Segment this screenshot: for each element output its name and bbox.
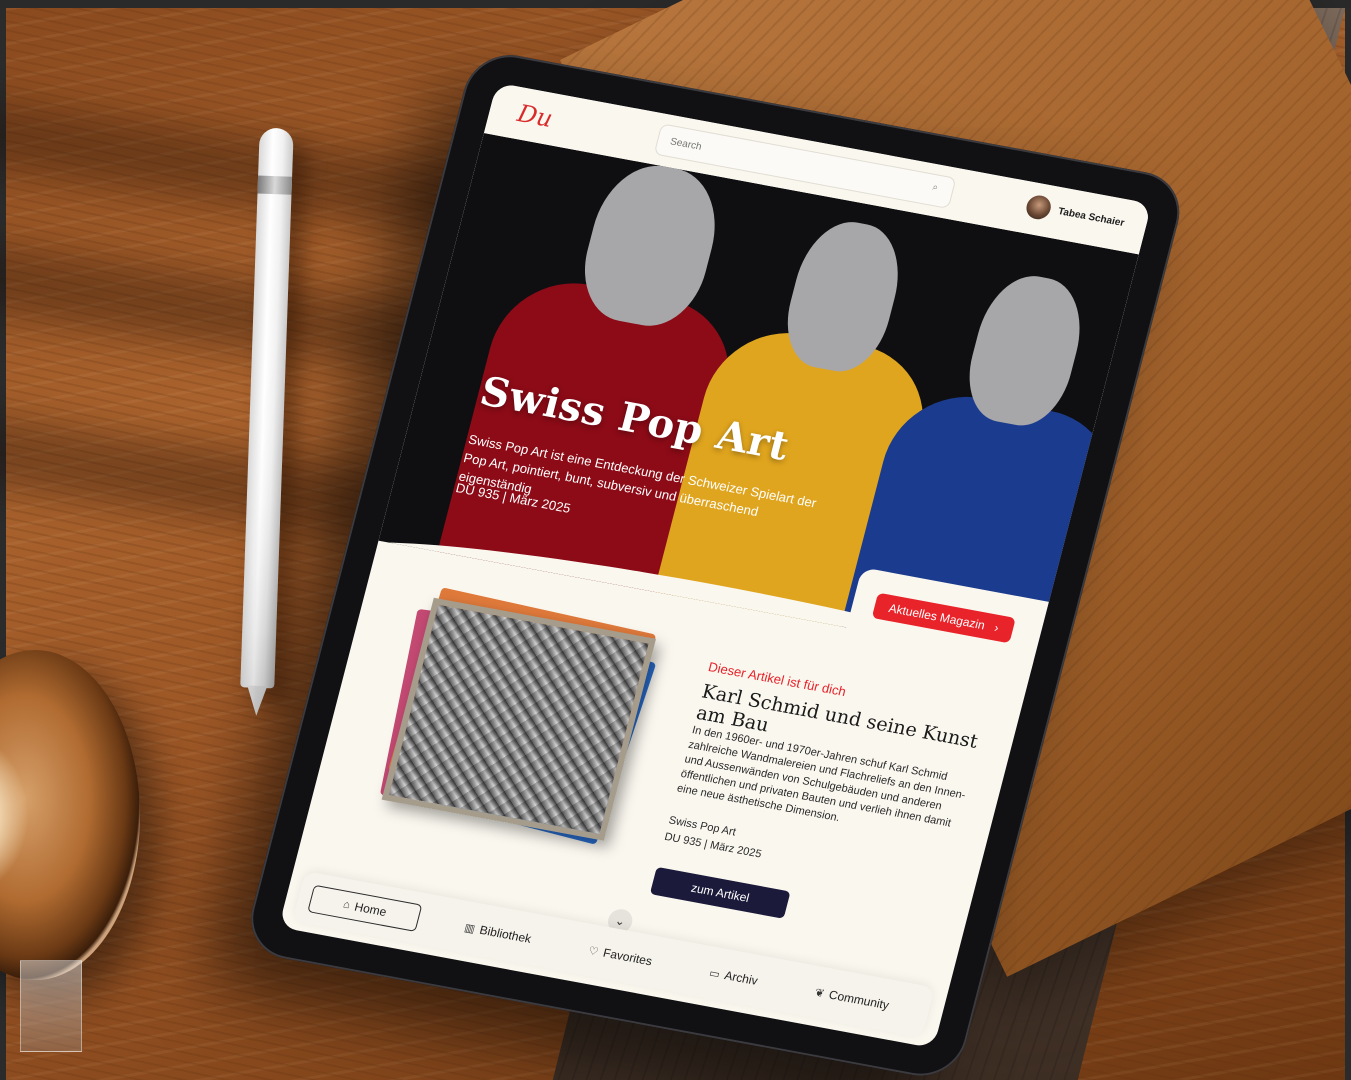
pencil-band — [257, 175, 293, 195]
figure-head — [957, 268, 1094, 433]
home-icon: ⌂ — [341, 898, 352, 912]
nav-item-bibliothek[interactable]: ▥ Bibliothek — [450, 912, 546, 954]
photo-scene: Du ⌕ Tabea Schaier — [0, 0, 1351, 1080]
chevron-right-icon: › — [992, 620, 1001, 635]
search-icon[interactable]: ⌕ — [931, 182, 943, 195]
latte-art — [0, 720, 40, 910]
community-icon: ❦ — [813, 986, 826, 1000]
archive-icon: ▭ — [707, 966, 722, 981]
nav-label: Archiv — [722, 968, 760, 988]
heart-icon: ♡ — [587, 944, 600, 958]
nav-item-favorites[interactable]: ♡ Favorites — [574, 935, 667, 976]
figure-head — [775, 214, 912, 379]
pencil-tip — [246, 685, 268, 717]
user-profile[interactable]: Tabea Schaier — [1023, 193, 1127, 235]
library-icon: ▥ — [463, 921, 477, 936]
nav-label: Bibliothek — [478, 922, 533, 946]
nav-label: Home — [353, 899, 389, 920]
nav-item-archiv[interactable]: ▭ Archiv — [695, 957, 773, 995]
nav-item-community[interactable]: ❦ Community — [800, 977, 904, 1020]
user-name: Tabea Schaier — [1056, 205, 1126, 229]
nav-label: Favorites — [601, 945, 654, 969]
glass-object — [20, 960, 82, 1052]
article-meta: Swiss Pop Art DU 935 | März 2025 — [662, 813, 767, 864]
nav-item-home[interactable]: ⌂ Home — [307, 884, 423, 932]
read-article-button[interactable]: zum Artikel — [649, 866, 791, 919]
article-image[interactable] — [367, 578, 661, 845]
nav-label: Community — [827, 987, 891, 1013]
brand-logo[interactable]: Du — [514, 99, 555, 132]
avatar[interactable] — [1023, 193, 1054, 222]
